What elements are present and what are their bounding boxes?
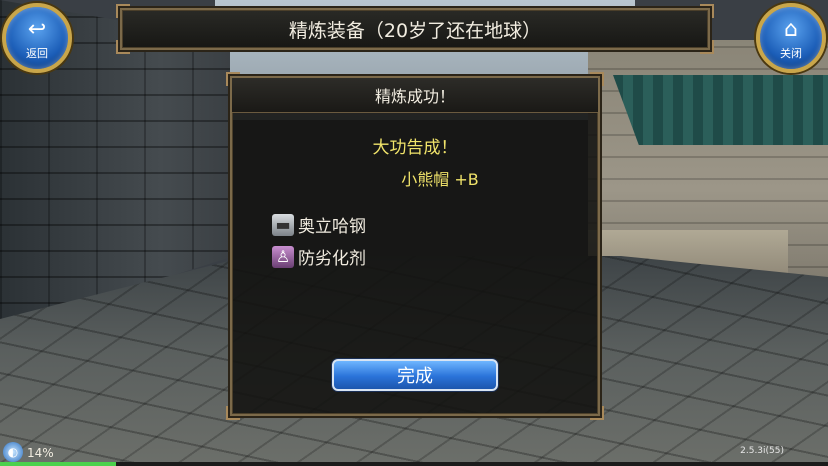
return-arrow-icon: ↩ — [27, 17, 47, 42]
done-button[interactable]: 完成 — [332, 359, 498, 391]
refine-result-dialog: 精炼成功！ 大功告成！ 小熊帽 +B ▬ 奥立哈钢 ♙ 防劣化剂 完成 — [226, 72, 604, 420]
ore-icon: ▬ — [272, 213, 294, 236]
material-name: 防劣化剂 — [298, 249, 366, 269]
close-button-label: 关闭 — [780, 47, 802, 60]
material-name: 奥立哈钢 — [298, 217, 366, 237]
back-button-label: 返回 — [26, 47, 48, 60]
material-item: ▬ 奥立哈钢 — [272, 212, 366, 237]
progress-fill — [0, 462, 116, 466]
shop-awning — [613, 75, 828, 145]
progress-bar — [0, 462, 828, 466]
network-status-icon: ◐ — [3, 442, 23, 462]
done-button-label: 完成 — [397, 366, 433, 387]
title-bar: 精炼装备（20岁了还在地球） — [116, 4, 714, 54]
back-button[interactable]: ↩ 返回 — [2, 3, 72, 73]
home-icon: ⌂ — [784, 17, 798, 42]
page-title: 精炼装备（20岁了还在地球） — [288, 19, 542, 42]
download-percent: 14% — [27, 446, 54, 460]
version-label: 2.5.3i(55) — [740, 446, 784, 456]
potion-icon: ♙ — [272, 245, 294, 268]
result-item: 小熊帽 +B — [401, 170, 479, 189]
material-item: ♙ 防劣化剂 — [272, 244, 366, 269]
result-title: 大功告成！ — [372, 138, 458, 158]
dialog-title: 精炼成功！ — [232, 78, 598, 113]
close-button[interactable]: ⌂ 关闭 — [756, 3, 826, 73]
